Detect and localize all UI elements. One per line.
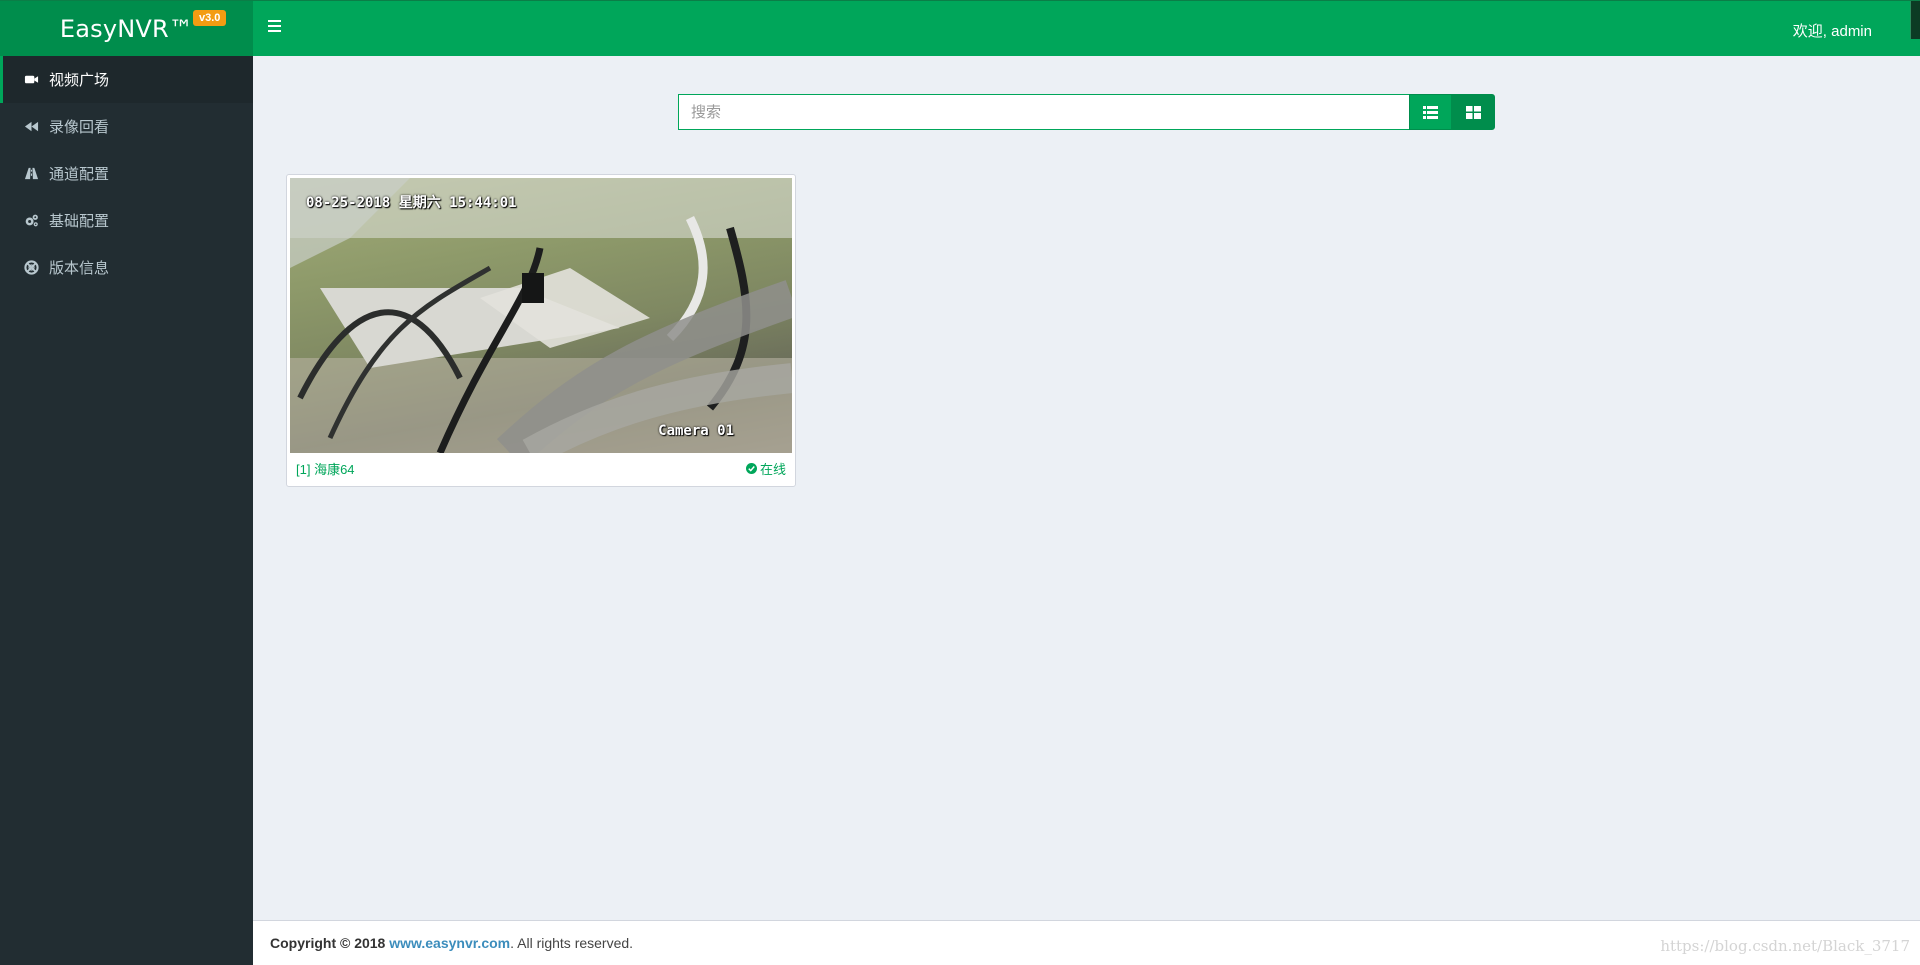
top-navbar: EasyNVR™ v3.0 欢迎, admin — [0, 0, 1920, 57]
sidebar-item-label: 视频广场 — [49, 72, 110, 89]
status-badge: 在线 — [745, 459, 786, 478]
check-circle-icon — [745, 462, 757, 474]
grid-view-button[interactable] — [1452, 94, 1495, 130]
user-greeting[interactable]: 欢迎, admin — [1793, 20, 1872, 41]
sidebar-item-label: 录像回看 — [49, 119, 110, 136]
version-badge: v3.0 — [193, 10, 227, 26]
road-icon — [23, 166, 39, 182]
camera-datetime-overlay: 08-25-2018 星期六 15:44:01 — [306, 195, 517, 211]
camera-title[interactable]: [1] 海康64 — [296, 459, 355, 478]
sidebar-item-playback[interactable]: 录像回看 — [0, 103, 253, 150]
search-input[interactable] — [678, 94, 1409, 130]
camera-name-overlay: Camera 01 — [658, 423, 734, 439]
search-bar — [678, 94, 1495, 130]
status-text: 在线 — [759, 461, 786, 477]
copyright-text: Copyright © 2018 — [270, 935, 386, 951]
cogs-icon — [23, 213, 39, 229]
sidebar-item-channel-config[interactable]: 通道配置 — [0, 150, 253, 197]
sidebar-item-version-info[interactable]: 版本信息 — [0, 244, 253, 291]
list-view-button[interactable] — [1409, 94, 1452, 130]
list-icon — [1423, 105, 1438, 119]
camera-card-footer: [1] 海康64 在线 — [290, 453, 792, 483]
rights-text: . All rights reserved. — [510, 935, 634, 951]
page-footer: Copyright © 2018 www.easynvr.com. All ri… — [253, 920, 1920, 965]
corner-decoration — [1910, 1, 1920, 39]
sidebar-item-label: 基础配置 — [49, 213, 110, 230]
sidebar-item-label: 版本信息 — [49, 260, 110, 277]
main-content: 08-25-2018 星期六 15:44:01 Camera 01 [1] 海康… — [253, 56, 1920, 920]
sidebar-toggle-icon[interactable] — [268, 20, 284, 36]
website-link[interactable]: www.easynvr.com — [389, 935, 510, 951]
sidebar-item-video-square[interactable]: 视频广场 — [0, 56, 253, 103]
watermark: https://blog.csdn.net/Black_3717 — [1660, 937, 1910, 955]
camera-snapshot[interactable]: 08-25-2018 星期六 15:44:01 Camera 01 — [290, 178, 792, 453]
grid-icon — [1466, 105, 1481, 119]
logo-text: EasyNVR™ — [59, 15, 194, 43]
logo[interactable]: EasyNVR™ v3.0 — [0, 1, 253, 57]
camera-card[interactable]: 08-25-2018 星期六 15:44:01 Camera 01 [1] 海康… — [286, 174, 796, 487]
sidebar: 视频广场 录像回看 通道配置 基础配置 版本信息 — [0, 56, 253, 965]
backward-icon — [23, 119, 39, 135]
sidebar-item-basic-config[interactable]: 基础配置 — [0, 197, 253, 244]
life-ring-icon — [23, 260, 39, 276]
sidebar-item-label: 通道配置 — [49, 166, 110, 183]
video-camera-icon — [23, 72, 39, 88]
